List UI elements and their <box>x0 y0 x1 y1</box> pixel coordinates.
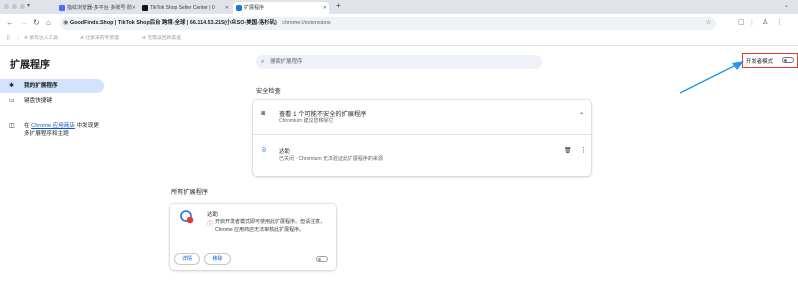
tab-extensions[interactable]: 扩展程序 ✕ <box>233 2 329 14</box>
search-icon: ⌕ <box>261 59 265 65</box>
flagged-extension-name: 达助 <box>279 149 290 155</box>
divider: | <box>751 19 753 26</box>
sidebar-item-keyboard-shortcuts[interactable]: ▭ 键盘快捷键 <box>0 94 104 108</box>
divider <box>253 134 591 135</box>
dev-mode-warning: 开启开发者模式即可使用此扩展程序。但请注意，Chrome 应用商店无法审核此扩展… <box>215 219 326 233</box>
remove-button[interactable]: 移除 <box>204 253 231 265</box>
maximize-window-button[interactable] <box>20 4 25 9</box>
trash-icon[interactable]: 🗑 <box>564 147 572 154</box>
tiktok-favicon-icon <box>142 5 148 11</box>
site-favicon-icon <box>59 5 65 11</box>
apps-grid-icon[interactable]: ⠿ <box>6 34 10 44</box>
tab-title: 指纹浏览器-多平台·多账号·防 <box>67 5 132 11</box>
bookmark-label: 无需返回新渠道 <box>147 36 181 41</box>
bookmark-label: 壮紫采购专管理 <box>85 36 119 41</box>
extension-logo-icon: ᘐ <box>262 148 267 154</box>
tab-title: 扩展程序 <box>244 5 265 11</box>
tab-title: TikTok Shop Seller Center | 0 <box>150 5 215 11</box>
reload-button[interactable]: ↻ <box>33 18 40 28</box>
web-store-link[interactable]: Chrome 应用商店 <box>31 123 75 129</box>
tab-tiktok-seller-center[interactable]: TikTok Shop Seller Center | 0 ✕ <box>139 2 231 14</box>
profile-icon[interactable]: ♙ <box>762 18 768 28</box>
bookmark-item[interactable]: ⊕ 无需返回新渠道 <box>142 34 181 44</box>
sidebar-item-my-extensions[interactable]: ✱ 我的扩展程序 <box>0 79 104 93</box>
puzzle-warning-icon: ⧈ <box>261 110 266 117</box>
tab-fingerprint-browser[interactable]: 指纹浏览器-多平台·多账号·防 ✕ <box>56 2 138 14</box>
home-button[interactable]: ⌂ <box>46 18 51 28</box>
safety-summary-subtitle: Chromium 建议您移除它 <box>279 118 334 124</box>
sidebar-item-label: 键盘快捷键 <box>24 98 52 104</box>
site-label: GoodFinds.Shop | TikTok Shop后台 跨境-全球 | 6… <box>70 20 277 26</box>
site-info-icon[interactable]: ◉ <box>63 17 68 30</box>
puzzle-icon <box>236 5 242 11</box>
back-button[interactable]: ← <box>6 18 14 28</box>
extension-card: 达助 ⓘ 开启开发者模式即可使用此扩展程序。但请注意，Chrome 应用商店无法… <box>170 204 336 270</box>
close-window-button[interactable] <box>4 4 9 9</box>
extension-enable-toggle[interactable] <box>316 256 328 262</box>
menu-icon[interactable]: ⋮ <box>776 18 783 28</box>
puzzle-icon: ✱ <box>9 83 15 89</box>
store-icon: ◫ <box>9 123 15 129</box>
details-button[interactable]: 详情 <box>174 253 200 265</box>
close-tab-icon[interactable]: ✕ <box>225 2 229 14</box>
tab-search-icon[interactable]: ▾ <box>27 2 30 9</box>
search-placeholder: 搜索扩展程序 <box>270 59 303 65</box>
toggle-knob <box>318 257 321 261</box>
page-title: 扩展程序 <box>10 60 50 71</box>
all-extensions-heading: 所有扩展程序 <box>171 189 209 196</box>
annotation-arrow <box>679 61 744 94</box>
new-tab-button[interactable]: + <box>336 1 341 10</box>
tab-strip: ▾ 指纹浏览器-多平台·多账号·防 ✕ TikTok Shop Seller C… <box>0 0 798 14</box>
safety-check-heading: 安全检查 <box>256 88 281 95</box>
toolbar: ← → ↻ ⌂ ◉ GoodFinds.Shop | TikTok Shop后台… <box>0 14 798 32</box>
bookmarks-bar: ⠿ | ⊕ 紫鸟达人工具 ⊕ 壮紫采购专管理 ⊕ 无需返回新渠道 <box>0 32 798 46</box>
extensions-icon[interactable]: ▢ <box>738 18 745 28</box>
bookmark-label: 紫鸟达人工具 <box>29 36 59 41</box>
close-tab-icon[interactable]: ✕ <box>132 2 136 14</box>
close-tab-icon[interactable]: ✕ <box>323 2 327 14</box>
star-icon[interactable]: ☆ <box>706 17 711 30</box>
divider: | <box>18 36 20 41</box>
url-text: chrome://extensions <box>282 20 331 26</box>
sidebar-item-label: 我的扩展程序 <box>24 83 58 89</box>
flagged-extension-desc: 已关闭 · Chromium 无法验证此扩展程序的来源 <box>279 156 383 162</box>
bookmark-item[interactable]: ⊕ 壮紫采购专管理 <box>80 34 119 44</box>
keyboard-icon: ▭ <box>9 98 15 104</box>
chevron-down-icon[interactable]: ⌄ <box>784 2 789 9</box>
minimize-window-button[interactable] <box>12 4 17 9</box>
forward-button[interactable]: → <box>20 18 28 28</box>
bookmark-item[interactable]: ⊕ 紫鸟达人工具 <box>24 34 58 44</box>
safety-check-card: ⧈ 查看 1 个可能不安全的扩展程序 Chromium 建议您移除它 ⌃ ᘐ 达… <box>253 100 591 176</box>
chevron-up-icon[interactable]: ⌃ <box>579 112 584 119</box>
extension-logo-icon <box>180 210 194 224</box>
extension-name: 达助 <box>207 212 218 218</box>
search-extensions-input[interactable]: ⌕ 搜索扩展程序 <box>256 55 542 69</box>
error-icon: ⓘ <box>207 222 214 228</box>
web-store-promo: 在 Chrome 应用商店 中发现更多扩展程序和主题 <box>24 122 104 138</box>
address-bar[interactable]: ◉ GoodFinds.Shop | TikTok Shop后台 跨境-全球 |… <box>60 17 716 30</box>
more-options-icon[interactable]: ⋮ <box>580 146 587 154</box>
annotation-highlight-box <box>742 53 798 68</box>
